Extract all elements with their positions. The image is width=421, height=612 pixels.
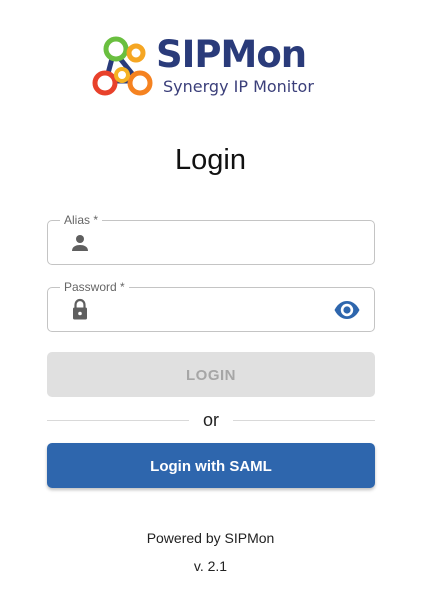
alias-field[interactable]: Alias * (47, 212, 375, 265)
password-label: Password * (60, 279, 129, 295)
login-button[interactable]: LOGIN (47, 352, 375, 397)
logo-subtitle: Synergy IP Monitor (163, 77, 314, 96)
alias-input[interactable] (104, 229, 328, 258)
page-title: Login (175, 144, 246, 176)
password-input[interactable] (104, 296, 328, 325)
divider-line-right (233, 420, 375, 421)
divider-line-left (47, 420, 189, 421)
sipmon-logo: SIPMon Synergy IP Monitor (92, 35, 332, 101)
login-with-saml-button[interactable]: Login with SAML (47, 443, 375, 488)
logo-title: SIPMon (156, 33, 307, 76)
person-icon (72, 235, 88, 251)
alias-label: Alias * (60, 212, 103, 228)
eye-icon[interactable] (333, 297, 361, 323)
powered-by-text: Powered by SIPMon (146, 530, 275, 546)
login-page: SIPMon Synergy IP Monitor Login Alias * … (0, 0, 421, 612)
divider-text: or (202, 410, 219, 430)
lock-icon (73, 298, 87, 320)
version-text: v. 2.1 (193, 558, 228, 574)
network-nodes-logo-icon (92, 36, 153, 96)
password-field[interactable]: Password * (47, 279, 375, 332)
